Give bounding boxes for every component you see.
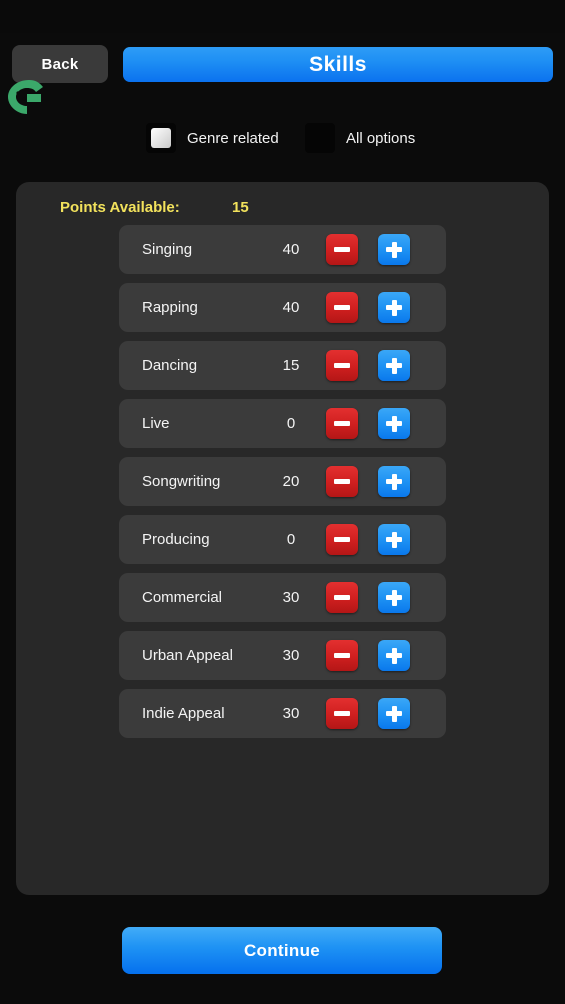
checkbox-all-options[interactable] bbox=[305, 123, 335, 153]
skill-decrease-button[interactable] bbox=[326, 234, 358, 265]
skill-row: Rapping 40 bbox=[119, 283, 446, 332]
skill-name: Urban Appeal bbox=[142, 647, 233, 664]
filter-genre-related[interactable]: Genre related bbox=[146, 118, 279, 158]
continue-button[interactable]: Continue bbox=[122, 927, 442, 974]
minus-icon bbox=[334, 421, 350, 426]
skill-row: Live 0 bbox=[119, 399, 446, 448]
skills-list: Singing 40 Rapping 40 Dancing 15 Live 0 Songwrit… bbox=[119, 225, 446, 747]
skill-value: 0 bbox=[286, 531, 296, 548]
skill-decrease-button[interactable] bbox=[326, 350, 358, 381]
skill-name: Live bbox=[142, 415, 170, 432]
skill-name: Indie Appeal bbox=[142, 705, 225, 722]
skill-increase-button[interactable] bbox=[378, 234, 410, 265]
page-title-label: Skills bbox=[309, 52, 367, 76]
filter-all-options-label: All options bbox=[346, 129, 416, 147]
filter-row: Genre related All options bbox=[0, 118, 565, 158]
points-available-label: Points Available: bbox=[60, 199, 180, 216]
plus-icon bbox=[386, 705, 402, 722]
plus-icon bbox=[386, 415, 402, 432]
filter-all-options[interactable]: All options bbox=[305, 118, 415, 158]
plus-icon bbox=[386, 299, 402, 316]
minus-icon bbox=[334, 305, 350, 310]
skill-row: Indie Appeal 30 bbox=[119, 689, 446, 738]
skill-name: Commercial bbox=[142, 589, 223, 606]
skill-row: Commercial 30 bbox=[119, 573, 446, 622]
minus-icon bbox=[334, 595, 350, 600]
plus-icon bbox=[386, 357, 402, 374]
skill-row: Urban Appeal 30 bbox=[119, 631, 446, 680]
skill-increase-button[interactable] bbox=[378, 292, 410, 323]
skill-increase-button[interactable] bbox=[378, 698, 410, 729]
skill-increase-button[interactable] bbox=[378, 582, 410, 613]
checkbox-genre-related[interactable] bbox=[146, 123, 176, 153]
plus-icon bbox=[386, 531, 402, 548]
skills-screen: Back Skills Genre related All options Po… bbox=[0, 0, 565, 1004]
minus-icon bbox=[334, 479, 350, 484]
points-available-row: Points Available: 15 bbox=[16, 194, 549, 222]
skill-increase-button[interactable] bbox=[378, 350, 410, 381]
skill-increase-button[interactable] bbox=[378, 524, 410, 555]
skill-row: Producing 0 bbox=[119, 515, 446, 564]
skill-increase-button[interactable] bbox=[378, 466, 410, 497]
plus-icon bbox=[386, 589, 402, 606]
skill-name: Producing bbox=[142, 531, 210, 548]
skills-panel: Points Available: 15 Singing 40 Rapping 40 D… bbox=[16, 182, 549, 895]
skill-value: 40 bbox=[282, 299, 300, 316]
minus-icon bbox=[334, 247, 350, 252]
skill-decrease-button[interactable] bbox=[326, 524, 358, 555]
skill-value: 0 bbox=[286, 415, 296, 432]
continue-button-label: Continue bbox=[243, 940, 321, 960]
minus-icon bbox=[334, 653, 350, 658]
skill-name: Rapping bbox=[142, 299, 198, 316]
skill-value: 30 bbox=[282, 647, 300, 664]
skill-value: 20 bbox=[282, 473, 300, 490]
skill-value: 30 bbox=[282, 705, 300, 722]
skill-value: 40 bbox=[282, 241, 300, 258]
android-emulator-logo-icon bbox=[8, 80, 43, 114]
back-button-label: Back bbox=[41, 55, 79, 73]
minus-icon bbox=[334, 711, 350, 716]
filter-genre-related-label: Genre related bbox=[187, 129, 279, 147]
skill-name: Singing bbox=[142, 241, 193, 258]
skill-row: Songwriting 20 bbox=[119, 457, 446, 506]
plus-icon bbox=[386, 241, 402, 258]
skill-row: Dancing 15 bbox=[119, 341, 446, 390]
minus-icon bbox=[334, 537, 350, 542]
skill-name: Dancing bbox=[142, 357, 198, 374]
skill-name: Songwriting bbox=[142, 473, 221, 490]
skill-row: Singing 40 bbox=[119, 225, 446, 274]
plus-icon bbox=[386, 473, 402, 490]
skill-value: 15 bbox=[282, 357, 300, 374]
skill-decrease-button[interactable] bbox=[326, 582, 358, 613]
skill-value: 30 bbox=[282, 589, 300, 606]
skill-decrease-button[interactable] bbox=[326, 698, 358, 729]
page-title: Skills bbox=[123, 47, 553, 82]
points-available-value: 15 bbox=[232, 199, 249, 216]
skill-decrease-button[interactable] bbox=[326, 408, 358, 439]
skill-increase-button[interactable] bbox=[378, 640, 410, 671]
minus-icon bbox=[334, 363, 350, 368]
skill-decrease-button[interactable] bbox=[326, 466, 358, 497]
plus-icon bbox=[386, 647, 402, 664]
skill-increase-button[interactable] bbox=[378, 408, 410, 439]
skill-decrease-button[interactable] bbox=[326, 640, 358, 671]
skill-decrease-button[interactable] bbox=[326, 292, 358, 323]
status-bar bbox=[0, 0, 565, 33]
